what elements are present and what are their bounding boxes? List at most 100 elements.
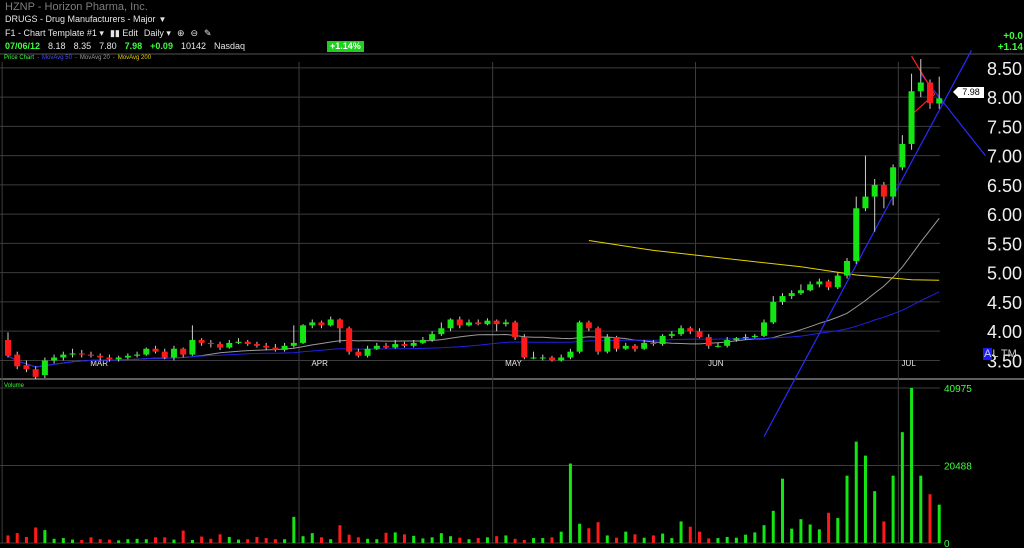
candle-body (816, 281, 823, 285)
candle-body (622, 345, 629, 349)
price-tick-label: 6.00 (987, 205, 1022, 225)
volume-tick-label: 20488 (944, 461, 972, 472)
volume-bar (688, 526, 692, 543)
volume-bar (827, 512, 831, 543)
price-tick-label: 6.50 (987, 176, 1022, 196)
candle-body (410, 342, 417, 346)
candle-body (825, 281, 832, 288)
volume-bar (900, 432, 904, 543)
volume-tick-label: 0 (944, 539, 950, 548)
volume-bar (937, 504, 941, 543)
volume-bar (605, 535, 609, 543)
volume-bar (89, 537, 93, 543)
candle-body (705, 337, 712, 346)
volume-bar (384, 532, 388, 543)
candle-body (751, 335, 758, 338)
last-price-tag: 7.98 (953, 87, 984, 98)
volume-bar (356, 537, 360, 543)
legend-separator: - (74, 55, 77, 61)
candle-body (5, 339, 11, 356)
candle-body (659, 335, 666, 345)
price-tick-label: 4.50 (987, 293, 1022, 313)
candle-body (521, 337, 528, 358)
candle-body (272, 347, 279, 350)
candle-body (309, 322, 316, 326)
volume-bar (541, 538, 545, 543)
price-tick-label: 5.50 (987, 234, 1022, 254)
candle-body (23, 365, 30, 370)
ma50-line (7, 291, 940, 368)
volume-bar (264, 538, 268, 543)
candle-body (134, 354, 141, 356)
volume-bar (98, 539, 102, 543)
candle-body (807, 284, 814, 291)
candle-body (207, 342, 214, 345)
volume-bar (458, 537, 462, 543)
volume-bar (532, 538, 536, 543)
volume-bar (329, 539, 333, 543)
volume-bar (615, 537, 619, 543)
volume-bar (366, 538, 370, 543)
candle-body (917, 82, 924, 92)
candle-body (198, 339, 205, 343)
volume-bar (661, 533, 665, 543)
volume-bar (292, 516, 296, 543)
volume-bar (283, 539, 287, 543)
legend-ma20[interactable]: MovAvg 20 (80, 55, 110, 61)
volume-bar (154, 537, 158, 543)
legend-ma50[interactable]: MovAvg 50 (42, 55, 72, 61)
candle-body (152, 348, 159, 352)
volume-bar (6, 535, 10, 543)
volume-bar (744, 534, 748, 543)
candle-body (392, 344, 399, 348)
legend-separator: - (112, 55, 115, 61)
candle-body (641, 342, 648, 349)
volume-bar (873, 491, 877, 543)
volume-bar (910, 388, 914, 543)
ma200-line (588, 240, 940, 281)
volume-bar (578, 523, 582, 543)
price-volume-chart[interactable]: 8.50 8.00 7.50 7.00 6.50 6.00 5.50 5.00 4.50 4.00… (0, 0, 1024, 548)
volume-bar (587, 528, 591, 543)
volume-bar (117, 540, 121, 543)
candle-body (226, 342, 233, 348)
price-tick-label: 5.00 (987, 264, 1022, 284)
candle-body (170, 348, 177, 358)
volume-bar (817, 529, 821, 543)
candle-body (69, 353, 76, 355)
volume-bar (15, 533, 19, 543)
candle-body (263, 345, 270, 348)
volume-bar (863, 455, 867, 543)
volume-bar (439, 533, 443, 543)
candle-body (834, 275, 841, 288)
volume-bar (698, 531, 701, 543)
volume-bar (568, 463, 572, 543)
chart-legend: Price Chart - MovAvg 50- MovAvg 20- MovAv… (4, 55, 151, 61)
candle-body (124, 355, 131, 358)
legend-ma200[interactable]: MovAvg 200 (118, 55, 151, 61)
candle-body (429, 334, 436, 340)
volume-bar (338, 525, 342, 543)
volume-bar (218, 534, 222, 543)
volume-bar (716, 538, 720, 543)
candle-body (567, 351, 574, 358)
volume-bar (854, 441, 858, 543)
volume-bar (61, 538, 65, 543)
price-tick-label: 7.50 (987, 117, 1022, 137)
alt-a[interactable]: A (983, 348, 993, 360)
candle-body (87, 354, 94, 356)
candle-body (41, 360, 48, 376)
candle-body (779, 296, 786, 302)
legend-price-chart[interactable]: Price Chart (4, 55, 34, 61)
volume-bar (624, 531, 628, 543)
candle-body (383, 345, 390, 348)
price-tick-label: 8.50 (987, 59, 1022, 79)
candle-body (78, 353, 85, 355)
volume-bar (190, 539, 194, 543)
candle-body (927, 82, 933, 103)
candle-body (613, 337, 620, 349)
candle-body (336, 319, 343, 329)
candle-body (558, 357, 565, 361)
volume-bar (144, 539, 148, 543)
candle-body (217, 344, 224, 348)
